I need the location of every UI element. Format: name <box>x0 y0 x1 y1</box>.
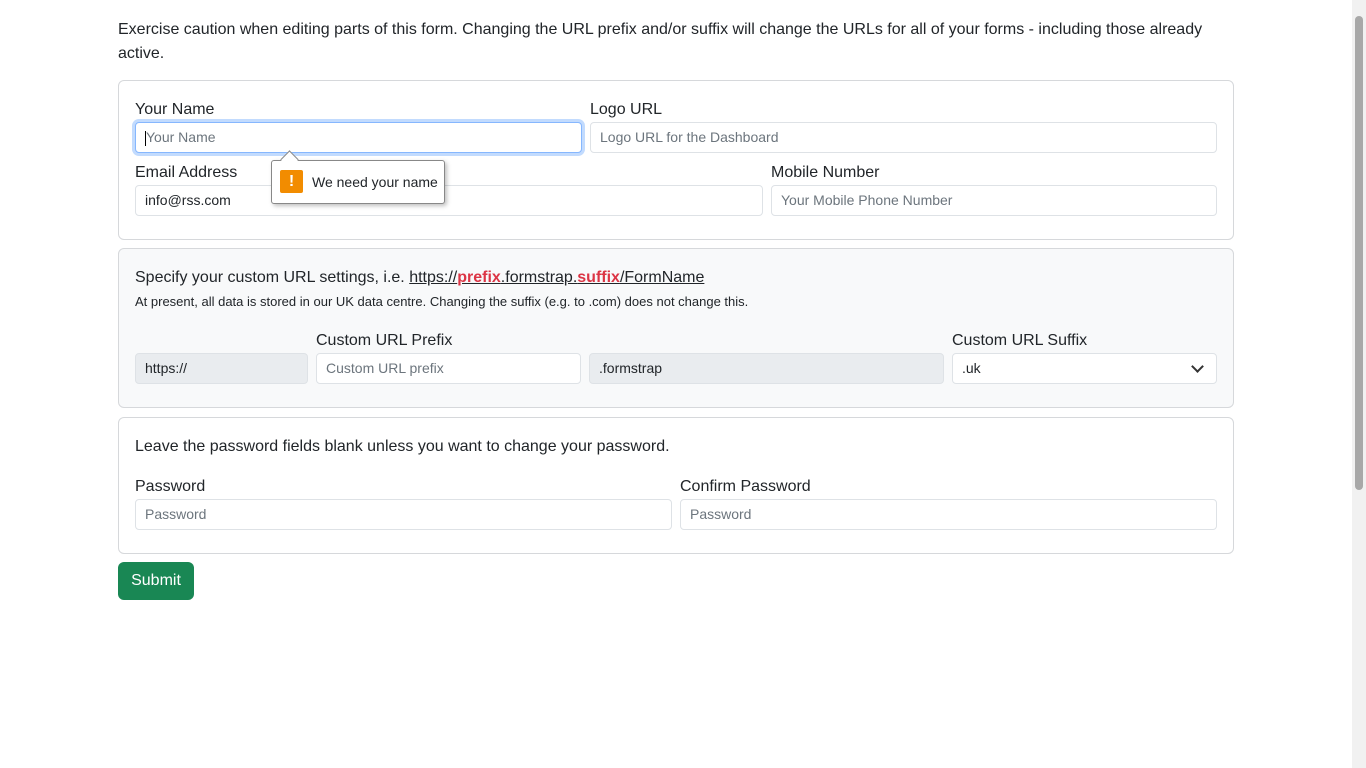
prefix-label: Custom URL Prefix <box>316 332 453 349</box>
scheme-field: https:// <box>135 353 308 384</box>
confirm-password-input[interactable]: Password <box>680 499 1217 530</box>
url-intro-text: Specify your custom URL settings, i.e. <box>135 269 410 286</box>
submit-button[interactable]: Submit <box>118 562 194 600</box>
confirm-password-label: Confirm Password <box>680 478 811 495</box>
name-label: Your Name <box>135 101 215 118</box>
example-prefix: prefix <box>457 269 501 286</box>
example-url-link[interactable]: https://prefix.formstrap.suffix/FormName <box>409 269 704 286</box>
tooltip-text: We need your name <box>312 174 438 190</box>
chevron-down-icon <box>1191 360 1204 373</box>
url-intro: Specify your custom URL settings, i.e. h… <box>135 268 704 288</box>
prefix-input[interactable]: Custom URL prefix <box>316 353 581 384</box>
logo-input[interactable]: Logo URL for the Dashboard <box>590 122 1217 153</box>
name-input[interactable]: Your Name <box>135 122 582 153</box>
suffix-value: .uk <box>962 360 981 376</box>
password-note: Leave the password fields blank unless y… <box>135 438 670 455</box>
email-label: Email Address <box>135 164 238 181</box>
example-domain: .formstrap. <box>500 269 578 286</box>
example-suffix: suffix <box>577 269 620 286</box>
warning-icon: ! <box>280 170 303 193</box>
example-path: /FormName <box>619 269 705 286</box>
caution-text: Exercise caution when editing parts of t… <box>118 21 1203 62</box>
mobile-label: Mobile Number <box>771 164 880 181</box>
mobile-input[interactable]: Your Mobile Phone Number <box>771 185 1217 216</box>
example-scheme: https:// <box>409 269 458 286</box>
scrollbar-thumb[interactable] <box>1355 16 1363 490</box>
data-centre-note: At present, all data is stored in our UK… <box>135 294 749 309</box>
password-label: Password <box>135 478 206 495</box>
validation-tooltip: ! We need your name <box>271 160 445 204</box>
scrollbar[interactable] <box>1352 0 1366 768</box>
email-input[interactable]: info@rss.com <box>135 185 763 216</box>
url-card: Specify your custom URL settings, i.e. h… <box>118 248 1234 408</box>
suffix-select[interactable]: .uk <box>952 353 1217 384</box>
password-card: Leave the password fields blank unless y… <box>118 417 1234 554</box>
logo-label: Logo URL <box>590 101 663 118</box>
domain-field: .formstrap <box>589 353 944 384</box>
suffix-label: Custom URL Suffix <box>952 332 1088 349</box>
name-placeholder: Your Name <box>146 129 216 145</box>
password-input[interactable]: Password <box>135 499 672 530</box>
